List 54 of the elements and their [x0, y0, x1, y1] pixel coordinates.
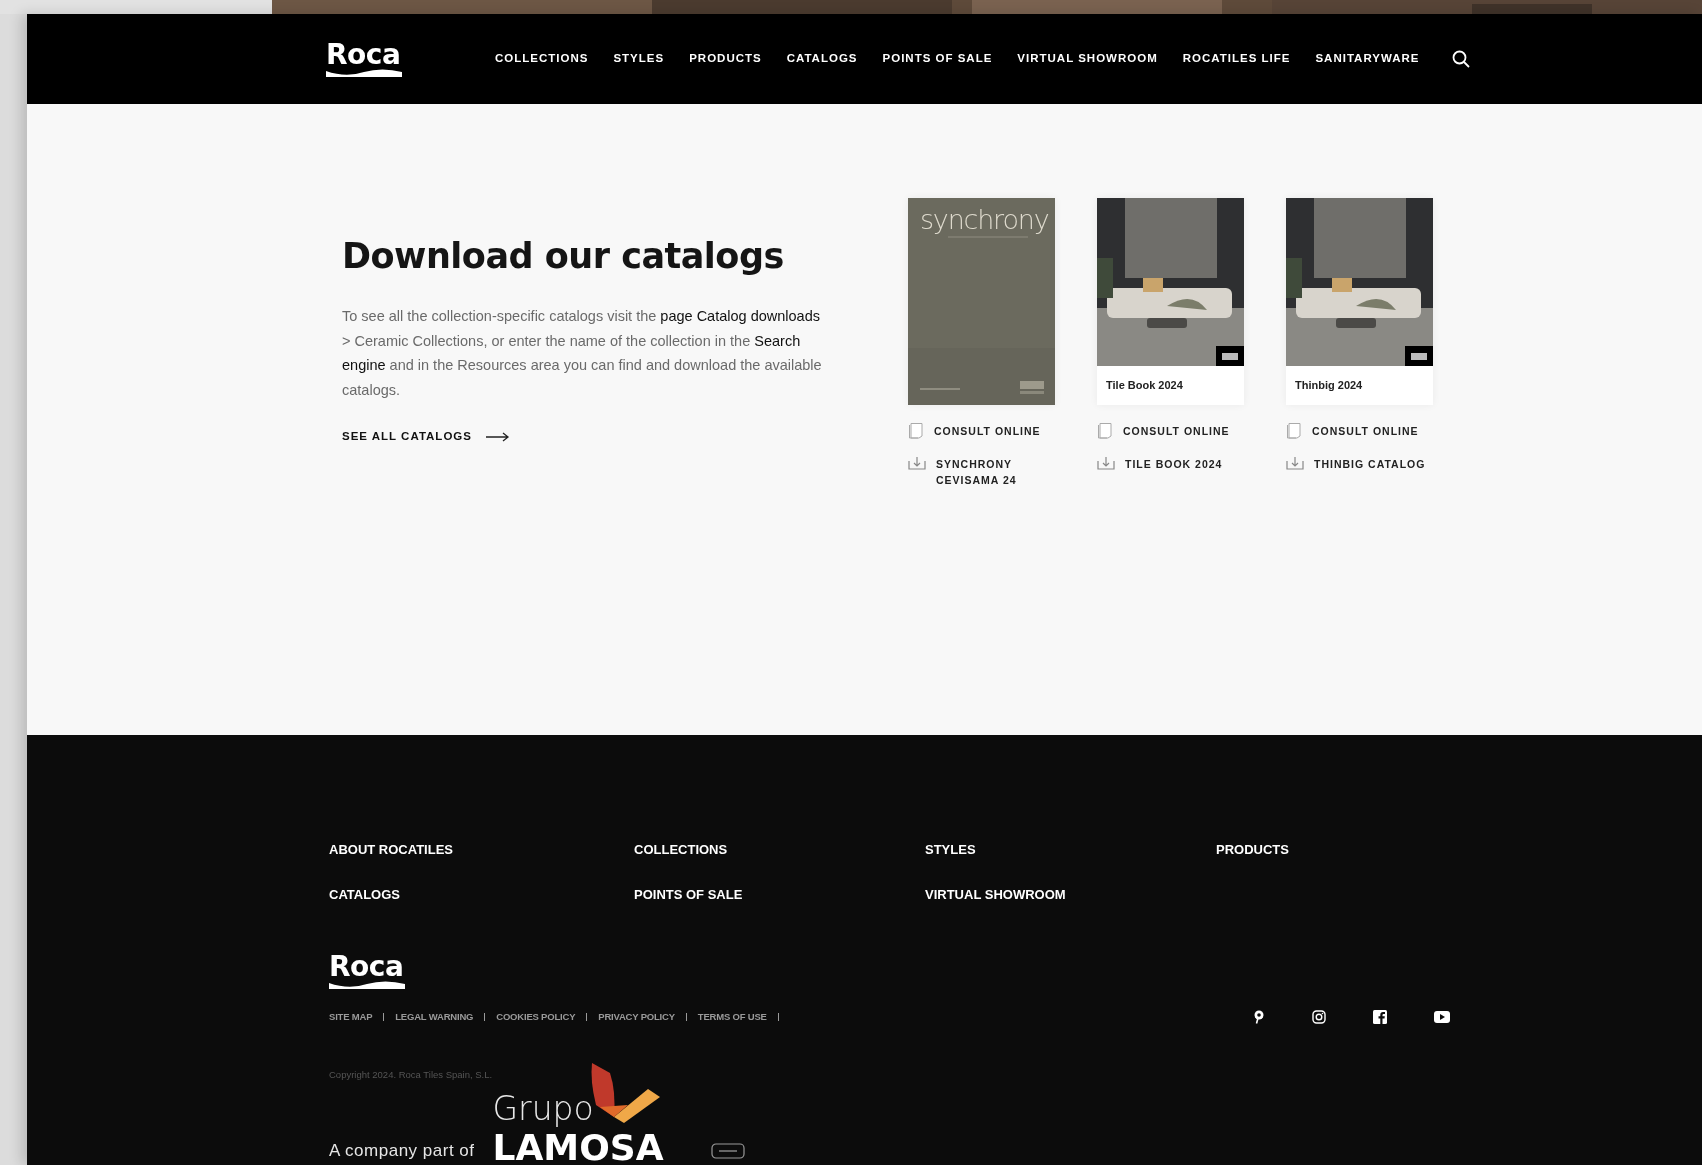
download-icon: [1097, 455, 1115, 470]
download-icon: [1286, 455, 1304, 470]
nav-link[interactable]: STYLES: [613, 50, 665, 68]
legal-link[interactable]: TERMS OF USE: [697, 1010, 767, 1025]
legal-link[interactable]: PRIVACY POLICY: [598, 1010, 675, 1025]
nav-link[interactable]: VIRTUAL SHOWROOM: [1017, 50, 1158, 68]
download-link[interactable]: THINBIG CATALOG: [1286, 455, 1433, 472]
instagram-icon[interactable]: [1312, 1010, 1326, 1025]
cover-title: synchrony: [920, 203, 1049, 237]
catalog-cover[interactable]: Tile Book 2024: [1097, 198, 1244, 405]
search-icon[interactable]: [1452, 50, 1471, 68]
consult-online-link[interactable]: CONSULT ONLINE: [1097, 422, 1244, 440]
footer-link[interactable]: ABOUT ROCATILES: [329, 841, 453, 858]
legal-link[interactable]: SITE MAP: [329, 1010, 373, 1025]
nav-link[interactable]: ROCATILES LIFE: [1182, 50, 1291, 68]
cover-caption: Thinbig 2024: [1295, 378, 1363, 394]
company-text: A company part of: [329, 1140, 475, 1161]
arrow-icon: [485, 431, 510, 442]
logo[interactable]: Roca: [326, 40, 402, 78]
pinterest-icon[interactable]: [1253, 1010, 1265, 1025]
nav-link[interactable]: SANITARYWARE: [1315, 50, 1420, 68]
see-all-link[interactable]: SEE ALL CATALOGS: [342, 428, 510, 446]
nav-link[interactable]: COLLECTIONS: [495, 50, 589, 68]
footer-link[interactable]: COLLECTIONS: [634, 841, 728, 858]
consult-online-link[interactable]: CONSULT ONLINE: [1286, 422, 1433, 440]
youtube-icon[interactable]: [1434, 1011, 1450, 1024]
download-link[interactable]: TILE BOOK 2024: [1097, 455, 1244, 472]
intro-paragraph: To see all the collection-specific catalogs visit the page Catalog downloads > Ceramic Collections, or enter the name of the collection in the Search engine and in the Resources area you can find and download the available catalogs.: [342, 307, 823, 400]
nav-link[interactable]: PRODUCTS: [689, 50, 762, 68]
page-heading: Download our catalogs: [342, 235, 784, 278]
footer-link[interactable]: STYLES: [925, 841, 976, 858]
document-icon: [908, 422, 924, 439]
footer-link[interactable]: POINTS OF SALE: [634, 886, 743, 903]
footer-link[interactable]: CATALOGS: [329, 886, 400, 903]
catalog-cover[interactable]: Thinbig 2024: [1286, 198, 1433, 405]
badge-icon: [710, 1142, 745, 1159]
document-icon: [1097, 422, 1113, 439]
cover-caption: Tile Book 2024: [1106, 378, 1183, 394]
document-icon: [1286, 422, 1302, 439]
footer-link[interactable]: VIRTUAL SHOWROOM: [925, 886, 1066, 903]
facebook-icon[interactable]: [1373, 1010, 1387, 1025]
brand-badge-icon: [1405, 346, 1433, 366]
legal-link[interactable]: COOKIES POLICY: [496, 1010, 576, 1025]
group-logo[interactable]: Grupo LAMOSA: [492, 1060, 693, 1165]
download-icon: [908, 455, 926, 470]
download-link[interactable]: SYNCHRONY CEVISAMA 24: [908, 455, 1055, 488]
legal-link[interactable]: LEGAL WARNING: [395, 1010, 474, 1025]
nav-link[interactable]: CATALOGS: [786, 50, 858, 68]
logo[interactable]: Roca: [329, 953, 405, 990]
brand-badge-icon: [1216, 346, 1244, 366]
nav-link[interactable]: POINTS OF SALE: [882, 50, 993, 68]
footer-link[interactable]: PRODUCTS: [1216, 841, 1289, 858]
copyright-text: Copyright 2024. Roca Tiles Spain, S.L.: [329, 1068, 493, 1083]
consult-online-link[interactable]: CONSULT ONLINE: [908, 422, 1055, 440]
